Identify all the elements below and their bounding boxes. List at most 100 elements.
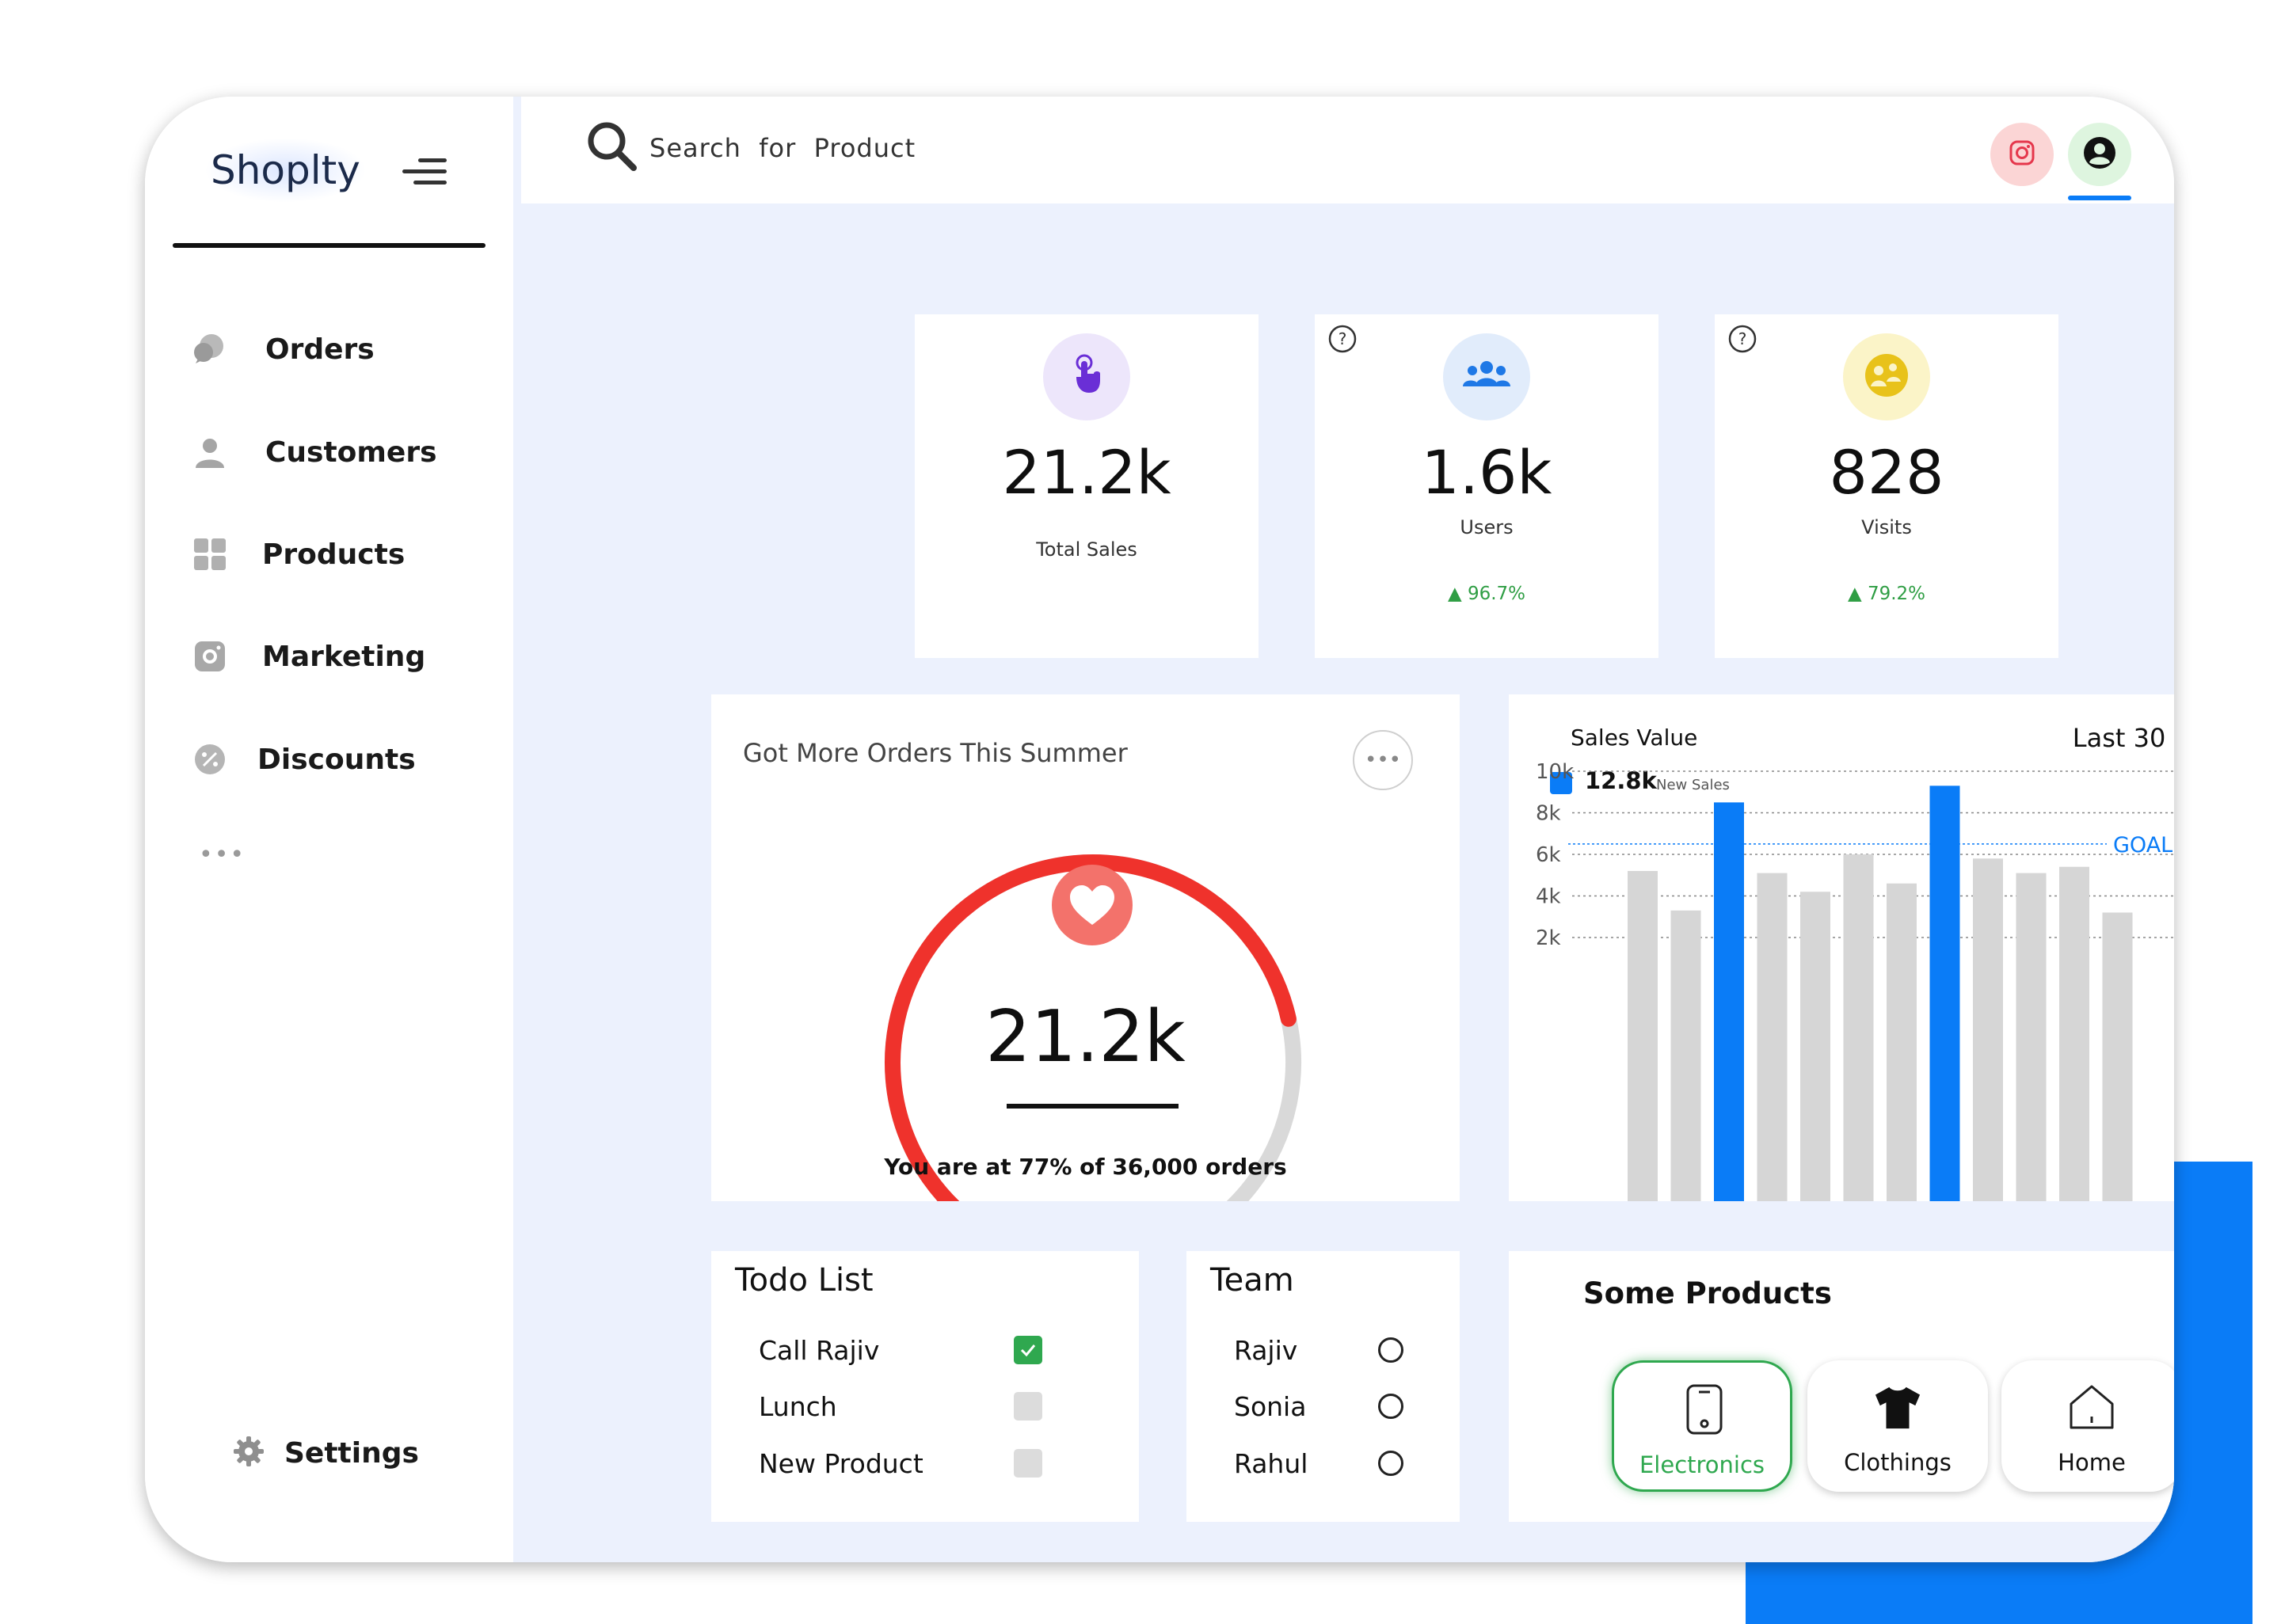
todo-list-card: Todo List Call Rajiv Lunch New Product <box>711 1251 1139 1522</box>
stat-change: ▲ 96.7% <box>1447 584 1526 604</box>
heart-icon <box>1052 865 1133 945</box>
main-content: 21.2k Total Sales ? 1.6k Users ▲ 96.7% ? <box>513 97 2174 1562</box>
goal-label: GOAL <box>2113 833 2172 858</box>
sidebar-divider <box>173 243 486 248</box>
app-logo[interactable]: Shoplty <box>204 138 367 203</box>
stat-card-users: ? 1.6k Users ▲ 96.7% <box>1315 314 1658 658</box>
svg-text:?: ? <box>1738 329 1747 348</box>
sidebar-item-discounts[interactable]: Discounts <box>192 732 493 787</box>
chart-bar[interactable] <box>1757 873 1788 1201</box>
dashboard-window: Shoplty Orders Customers Products Market… <box>145 97 2174 1562</box>
y-tick-label: 4k <box>1536 885 1561 909</box>
camera-icon <box>192 639 227 674</box>
instagram-button[interactable] <box>1990 123 2054 186</box>
category-label: Clothings <box>1844 1449 1952 1476</box>
stat-value: 828 <box>1829 437 1944 508</box>
y-tick-label: 2k <box>1536 926 1561 950</box>
sidebar-item-settings[interactable]: Settings <box>232 1435 419 1471</box>
help-icon[interactable]: ? <box>1327 324 1358 354</box>
category-clothings-button[interactable]: Clothings <box>1807 1360 1988 1492</box>
user-icon <box>192 435 227 470</box>
todo-checkbox[interactable] <box>1014 1449 1042 1478</box>
todo-item-label: Call Rajiv <box>759 1334 880 1366</box>
team-member-name: Sonia <box>1234 1390 1307 1422</box>
gauge-underline <box>1007 1104 1179 1109</box>
sales-bar-chart: 10k 8k 6k 4k 2k GOAL <box>1536 760 2174 1202</box>
svg-text:?: ? <box>1339 329 1347 348</box>
stat-label: Total Sales <box>1036 538 1137 561</box>
category-label: Electronics <box>1639 1451 1765 1478</box>
sidebar-item-label: Marketing <box>262 640 426 673</box>
stat-icon-circle <box>1043 333 1130 420</box>
stat-label: Users <box>1460 516 1514 538</box>
orders-icon <box>192 332 227 367</box>
stat-icon-circle <box>1443 333 1530 420</box>
chart-bar[interactable] <box>1843 854 1874 1201</box>
more-items-icon[interactable]: ••• <box>199 841 246 869</box>
todo-title: Todo List <box>735 1262 874 1299</box>
category-label: Home <box>2058 1449 2126 1476</box>
stat-card-total-sales: 21.2k Total Sales <box>915 314 1259 658</box>
stat-change: ▲ 79.2% <box>1847 584 1926 604</box>
chart-bar[interactable] <box>1973 858 2003 1201</box>
grid-icon <box>192 537 227 572</box>
search-icon[interactable] <box>585 119 640 174</box>
team-title: Team <box>1210 1262 1294 1299</box>
team-member-radio[interactable] <box>1378 1337 1403 1363</box>
sales-value-card: Sales Value Last 30 days 12.8k New Sales… <box>1509 694 2174 1201</box>
sidebar-item-marketing[interactable]: Marketing <box>192 629 493 684</box>
chart-bar[interactable] <box>1670 910 1701 1201</box>
phone-icon <box>1681 1383 1728 1436</box>
tshirt-icon <box>1874 1381 1921 1433</box>
category-home-button[interactable]: Home <box>2001 1360 2174 1492</box>
search-input[interactable] <box>648 128 1123 168</box>
stat-icon-circle <box>1843 333 1930 420</box>
sidebar-item-label: Products <box>262 538 406 571</box>
stat-value: 1.6k <box>1421 437 1552 508</box>
home-icon <box>2068 1381 2115 1433</box>
sidebar: Shoplty Orders Customers Products Market… <box>145 97 513 1562</box>
orders-gauge-card: Got More Orders This Summer ••• 21.2k Yo… <box>711 694 1460 1201</box>
profile-button[interactable] <box>2068 123 2131 186</box>
todo-checkbox-checked[interactable] <box>1014 1336 1042 1364</box>
stat-value: 21.2k <box>1002 437 1171 508</box>
sidebar-item-label: Orders <box>265 333 375 366</box>
sidebar-item-customers[interactable]: Customers <box>192 424 493 480</box>
category-electronics-button[interactable]: Electronics <box>1612 1360 1792 1492</box>
stat-card-visits: ? 828 Visits ▲ 79.2% <box>1715 314 2058 658</box>
active-indicator <box>2068 196 2131 200</box>
chart-bar[interactable] <box>2059 866 2089 1201</box>
sidebar-item-orders[interactable]: Orders <box>192 321 493 377</box>
team-card: Team Rajiv Sonia Rahul <box>1186 1251 1460 1522</box>
chart-bar[interactable] <box>1628 871 1658 1201</box>
y-tick-label: 6k <box>1536 843 1561 867</box>
group-icon <box>1460 358 1514 396</box>
todo-checkbox[interactable] <box>1014 1392 1042 1421</box>
todo-item-label: Lunch <box>759 1390 837 1422</box>
products-title: Some Products <box>1583 1276 1832 1310</box>
chart-bar[interactable] <box>1929 785 1960 1201</box>
touch-icon <box>1067 353 1106 401</box>
gear-icon <box>232 1435 265 1471</box>
todo-item-label: New Product <box>759 1447 923 1479</box>
chart-bar[interactable] <box>2016 873 2047 1201</box>
y-tick-label: 10k <box>1536 760 1574 784</box>
account-icon <box>2082 135 2117 173</box>
sidebar-item-products[interactable]: Products <box>192 527 493 582</box>
visits-icon <box>1863 352 1910 402</box>
gauge-value: 21.2k <box>985 995 1186 1078</box>
instagram-icon <box>2009 139 2035 169</box>
some-products-card: Some Products Electronics Clothings Home <box>1509 1251 2174 1522</box>
team-member-radio[interactable] <box>1378 1394 1403 1419</box>
chart-bar[interactable] <box>1887 883 1917 1201</box>
discount-icon <box>192 742 227 777</box>
chart-bar[interactable] <box>2102 912 2133 1202</box>
menu-toggle-icon[interactable] <box>402 152 447 192</box>
help-icon[interactable]: ? <box>1727 324 1757 354</box>
settings-label: Settings <box>284 1436 419 1470</box>
sidebar-item-label: Customers <box>265 435 437 469</box>
team-member-radio[interactable] <box>1378 1451 1403 1476</box>
chart-bar[interactable] <box>1800 892 1830 1201</box>
top-bar <box>521 97 2174 203</box>
chart-bar[interactable] <box>1714 802 1744 1201</box>
